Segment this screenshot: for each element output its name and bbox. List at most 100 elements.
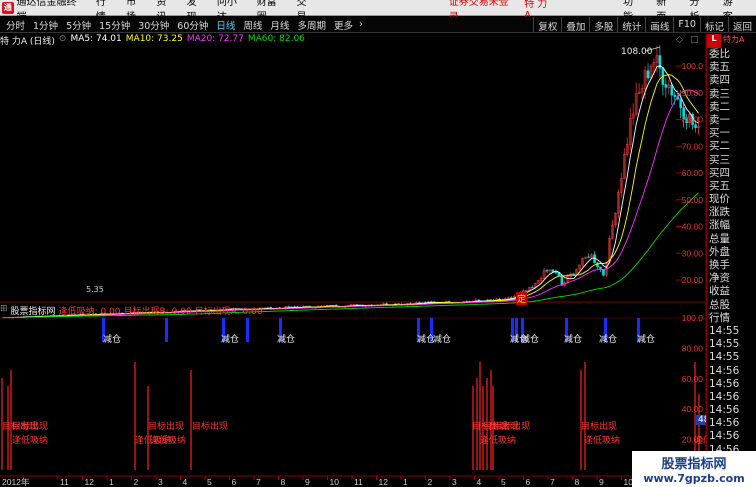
price-chart[interactable]: [2, 45, 700, 319]
quote-panel-row: 买五: [709, 179, 730, 192]
jiancang-label: 减仓: [564, 335, 583, 345]
ma10-line: [3, 74, 699, 318]
quote-panel-l-badge[interactable]: L: [707, 34, 721, 48]
quote-panel-row: 买一: [709, 127, 730, 140]
jiancang-label: 减仓: [221, 335, 240, 345]
indicator-tick-label: 60.00: [682, 374, 704, 384]
candle-body: [646, 70, 650, 79]
candle-body: [673, 94, 677, 97]
month-label: 9: [305, 477, 310, 487]
price-tick-label: 50.00: [682, 195, 704, 205]
quote-panel-row: 卖二: [709, 100, 730, 113]
price-axis: 100.0 90.00 80.00 70.00 60.00 50.00 40.00 30.00…: [676, 61, 703, 445]
jiancang-label: 减仓: [103, 335, 122, 345]
candle-body: [587, 256, 590, 258]
indicator-tick-label: 40.00: [682, 404, 704, 414]
legend-mubiao-a: 目标出现A: 0.00: [194, 307, 263, 317]
month-label: 9: [599, 477, 604, 487]
month-label: 5: [207, 477, 212, 487]
quote-panel-row: 净资: [709, 272, 730, 285]
ma20-line: [3, 89, 699, 318]
month-label: 2: [134, 477, 139, 487]
mubiao-label: 目标出现: [192, 422, 229, 432]
month-label: 8: [281, 477, 286, 487]
quote-panel-row: 14:56: [709, 417, 740, 430]
month-label: 7: [256, 477, 261, 487]
quote-panel-row: 涨跌: [709, 206, 730, 219]
quote-panel-row: 行情: [709, 311, 730, 324]
mubiao-label: 目标出现: [148, 422, 185, 432]
price-tick-label: 70.00: [682, 141, 704, 151]
indicator-header: ⊞ 股票指标网 逢低吸纳: 0.00 目标出现B: 0.00 目标出现A: 0.…: [0, 304, 266, 317]
fengdi-label: 逢低吸纳: [150, 436, 187, 446]
quote-panel-row: 卖三: [709, 87, 730, 100]
month-label: 3: [158, 477, 163, 487]
quote-panel-row: 卖四: [709, 74, 730, 87]
quote-panel-rows: 委比 卖五 卖四 卖三 卖二 卖一 买一 买二 买三 买四 买五 现价 涨跌 涨幅 总量 外盘 换手 净资 收益 总股…: [707, 48, 756, 483]
candle-body: [560, 275, 564, 286]
mubiao-label: 目标出现: [494, 422, 531, 432]
quote-panel-row: 外盘: [709, 245, 730, 258]
jiancang-label: 减仓: [599, 335, 618, 345]
high-price-label: 108.00: [621, 47, 653, 57]
quote-panel-row: 14:55: [709, 338, 740, 351]
month-label: 11: [60, 477, 69, 487]
price-tick-label: 60.00: [682, 168, 704, 178]
price-tick-label: 100.0: [682, 61, 704, 71]
signal-bar: [165, 318, 168, 342]
month-label: 12: [85, 477, 95, 487]
month-label: 4: [477, 477, 482, 487]
quote-panel-stock: 特力A: [723, 35, 745, 44]
jiancang-label: 减仓: [277, 335, 296, 345]
jiancang-label: 减仓: [521, 335, 540, 345]
indicator-tick-label: 80.00: [682, 343, 704, 353]
month-label: 7: [550, 477, 555, 487]
watermark-brand: 股票指标网 www.7gpzb.com: [632, 451, 756, 487]
candle-body: [554, 271, 558, 273]
quote-panel-row: 14:56: [709, 430, 740, 443]
month-label: 4: [183, 477, 188, 487]
candle-body: [679, 98, 682, 108]
candle-body: [489, 299, 492, 301]
month-label: 10: [330, 477, 340, 487]
quote-panel-row: 14:56: [709, 377, 740, 390]
quote-panel-row: 总量: [709, 232, 730, 245]
fengdi-label: 逢低吸纳: [480, 436, 517, 446]
candle-body: [694, 124, 697, 128]
price-tick-label: 90.00: [682, 88, 704, 98]
month-label: 6: [232, 477, 237, 487]
mubiao-label: 目标出现: [12, 422, 49, 432]
year-label: 2012年: [2, 477, 30, 487]
quote-panel-row: 14:55: [709, 351, 740, 364]
quote-panel-row: 买四: [709, 166, 730, 179]
indicator-toggle-icon[interactable]: ⊞: [0, 304, 8, 316]
quote-panel-row: 委比: [709, 48, 730, 60]
quote-panel-row: 涨幅: [709, 219, 730, 232]
quote-panel-row: 14:56: [709, 404, 740, 417]
quote-panel-row: 卖一: [709, 113, 730, 126]
indicator-name: 股票指标网: [10, 307, 56, 317]
quote-panel-row: 收益: [709, 285, 730, 298]
month-label: 6: [526, 477, 531, 487]
month-label: 3: [452, 477, 457, 487]
mubiao-label: 目标出现: [581, 422, 618, 432]
month-label: 1: [109, 477, 114, 487]
time-axis: 2012年1112123456789101112123456789101112: [2, 476, 682, 487]
quote-panel: L 特力A 委比 卖五 卖四 卖三 卖二 卖一 买一 买二 买三 买四 买五 现价 涨跌 涨幅 总量 外盘 换手…: [706, 34, 756, 487]
price-tick-label: 80.00: [682, 115, 704, 125]
brand-line-2: www.7gpzb.com: [643, 472, 745, 485]
month-label: 5: [501, 477, 506, 487]
candle-body: [572, 273, 576, 275]
candle-body: [664, 84, 668, 88]
month-label: 12: [379, 477, 389, 487]
month-label: 1: [403, 477, 408, 487]
quote-panel-header: L 特力A: [707, 34, 756, 48]
fengdi-label: 逢低吸纳: [12, 436, 49, 446]
quote-panel-row: 买二: [709, 140, 730, 153]
candle-body: [602, 269, 605, 276]
price-tick-label: 40.00: [682, 222, 704, 232]
ma5-line: [3, 65, 699, 318]
candle-body: [670, 84, 674, 96]
quote-panel-row: 买三: [709, 153, 730, 166]
legend-mubiao-b: 目标出现B: 0.00: [123, 307, 192, 317]
